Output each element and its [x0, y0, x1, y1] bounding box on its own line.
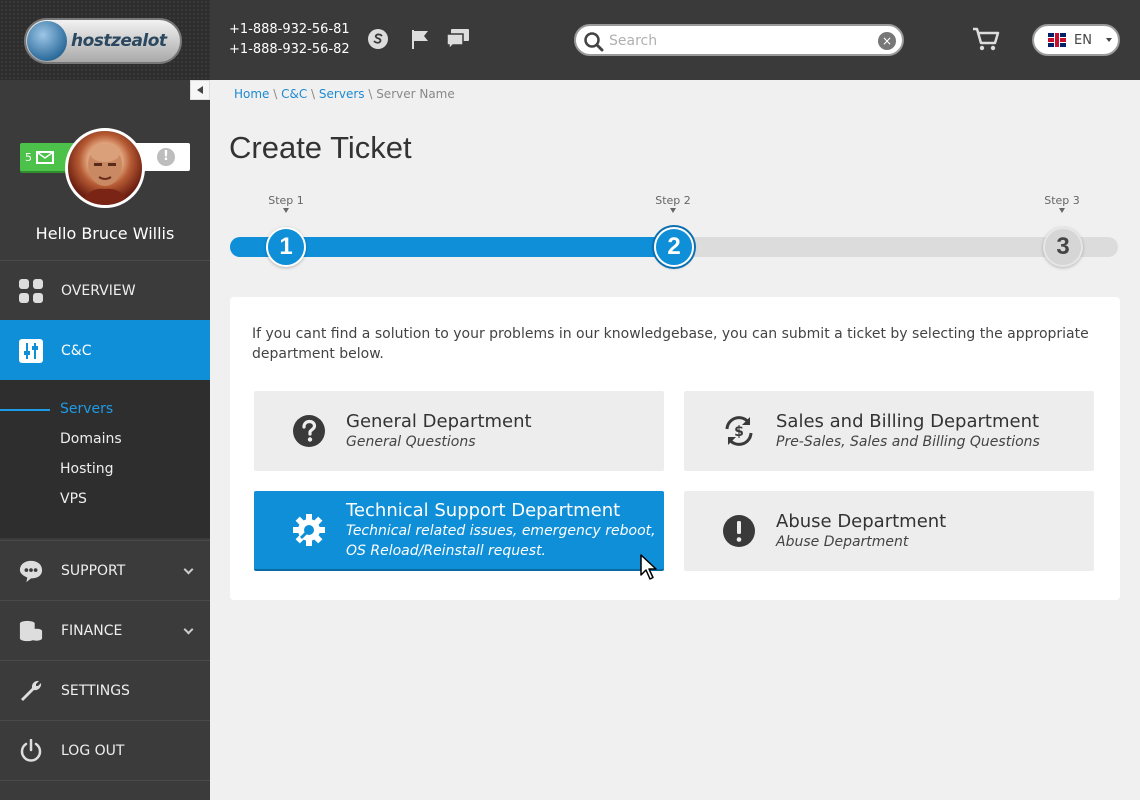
flag-icon[interactable] — [407, 26, 433, 52]
subnav-item-hosting[interactable]: Hosting — [60, 461, 114, 477]
coins-icon — [19, 619, 43, 643]
general-department-button[interactable]: General Department General Questions — [254, 391, 664, 471]
language-selector[interactable]: EN — [1032, 24, 1120, 56]
sidebar-item-settings[interactable]: SETTINGS — [0, 660, 210, 720]
logo[interactable]: hostzealot — [24, 18, 182, 64]
sliders-icon — [19, 338, 43, 363]
logo-globe-icon — [27, 21, 67, 61]
mouse-cursor-icon — [639, 553, 663, 585]
step-1-circle[interactable]: 1 — [266, 227, 306, 267]
envelope-icon — [36, 150, 54, 164]
avatar[interactable] — [65, 128, 145, 208]
phone-2[interactable]: +1-888-932-56-82 — [229, 40, 350, 60]
chevron-down-icon — [183, 564, 194, 575]
department-subtitle: Technical related issues, emergency rebo… — [346, 522, 656, 559]
sidebar-item-support[interactable]: SUPPORT — [0, 540, 210, 600]
intro-text: If you cant find a solution to your prob… — [252, 326, 1089, 362]
department-panel: If you cant find a solution to your prob… — [230, 297, 1120, 600]
department-subtitle: General Questions — [346, 433, 476, 450]
step-3-label: Step 3 — [1037, 194, 1087, 213]
chevron-down-icon — [183, 624, 194, 635]
department-title: General Department — [346, 410, 532, 432]
power-icon — [19, 738, 43, 763]
breadcrumb-separator: \ — [307, 87, 319, 101]
user-profile: 5 ! Hello Bruce Willis — [0, 100, 210, 260]
logo-area[interactable]: hostzealot — [0, 0, 210, 80]
active-indicator — [0, 409, 50, 411]
chevron-left-icon — [197, 86, 203, 94]
technical-support-department-button[interactable]: Technical Support Department Technical r… — [254, 491, 664, 571]
chat-icon[interactable] — [445, 26, 471, 52]
svg-text:$: $ — [734, 424, 744, 440]
sidebar-item-label: LOG OUT — [61, 742, 125, 759]
sidebar-collapse-toggle[interactable] — [190, 80, 210, 100]
breadcrumb-home[interactable]: Home — [234, 87, 269, 101]
chevron-down-icon — [1105, 38, 1112, 42]
speech-bubble-icon — [19, 559, 43, 583]
abuse-department-button[interactable]: Abuse Department Abuse Department — [684, 491, 1094, 571]
phone-numbers: +1-888-932-56-81 +1-888-932-56-82 — [229, 20, 350, 60]
alert-icon: ! — [157, 148, 175, 166]
page-title: Create Ticket — [229, 130, 412, 165]
sidebar-item-overview[interactable]: OVERVIEW — [0, 260, 210, 320]
top-header: +1-888-932-56-81 +1-888-932-56-82 × EN — [210, 0, 1140, 80]
magnifier-icon[interactable] — [584, 32, 604, 56]
step-2-circle[interactable]: 2 — [654, 227, 694, 267]
step-3-circle: 3 — [1043, 227, 1083, 267]
exclamation-icon — [722, 514, 756, 548]
mail-count: 5 — [25, 150, 32, 164]
greeting-prefix: Hello — [35, 224, 82, 243]
search-input[interactable] — [609, 30, 864, 52]
skype-icon[interactable] — [365, 26, 391, 52]
breadcrumb: Home \ C&C \ Servers \ Server Name — [234, 87, 455, 101]
sidebar: hostzealot 5 ! Hello Bruce Willis OVERVI… — [0, 0, 210, 800]
sidebar-item-cc[interactable]: C&C — [0, 320, 210, 380]
department-title: Technical Support Department — [346, 499, 621, 521]
subnav-item-servers[interactable]: Servers — [60, 401, 113, 417]
breadcrumb-separator: \ — [364, 87, 377, 101]
step-2-label: Step 2 — [648, 194, 698, 213]
sidebar-item-label: C&C — [61, 342, 92, 359]
subnav-item-domains[interactable]: Domains — [60, 431, 122, 447]
uk-flag-icon — [1048, 33, 1066, 47]
language-code: EN — [1074, 32, 1092, 48]
dollar-refresh-icon: $ — [722, 414, 756, 448]
logo-text: hostzealot — [71, 31, 167, 51]
breadcrumb-cc[interactable]: C&C — [281, 87, 307, 101]
phone-1[interactable]: +1-888-932-56-81 — [229, 20, 350, 40]
sidebar-item-label: FINANCE — [61, 622, 123, 639]
question-icon — [292, 414, 326, 448]
sidebar-item-label: SETTINGS — [61, 682, 130, 699]
clear-search-icon[interactable]: × — [878, 32, 896, 50]
subnav-item-vps[interactable]: VPS — [60, 491, 87, 507]
greeting: Hello Bruce Willis — [0, 224, 210, 243]
sidebar-divider — [0, 780, 210, 800]
step-progress: Step 1 Step 2 Step 3 1 2 3 — [230, 190, 1118, 270]
breadcrumb-servers[interactable]: Servers — [319, 87, 365, 101]
sidebar-item-label: SUPPORT — [61, 562, 126, 579]
sidebar-item-logout[interactable]: LOG OUT — [0, 720, 210, 780]
department-subtitle: Abuse Department — [776, 533, 909, 550]
department-subtitle: Pre-Sales, Sales and Billing Questions — [776, 433, 1040, 450]
sidebar-item-label: OVERVIEW — [61, 282, 136, 299]
user-name: Bruce Willis — [81, 224, 175, 243]
sales-billing-department-button[interactable]: $ Sales and Billing Department Pre-Sales… — [684, 391, 1094, 471]
sidebar-item-finance[interactable]: FINANCE — [0, 600, 210, 660]
department-title: Abuse Department — [776, 510, 947, 532]
search-box: × — [574, 24, 904, 56]
step-1-label: Step 1 — [261, 194, 311, 213]
breadcrumb-current: Server Name — [376, 87, 455, 101]
wrench-icon — [19, 679, 43, 703]
cart-icon[interactable] — [972, 26, 1000, 56]
department-title: Sales and Billing Department — [776, 410, 1040, 432]
breadcrumb-separator: \ — [269, 87, 282, 101]
cc-subnav: Servers Domains Hosting VPS — [0, 380, 210, 538]
grid-icon — [19, 278, 43, 303]
gear-icon — [292, 513, 326, 547]
